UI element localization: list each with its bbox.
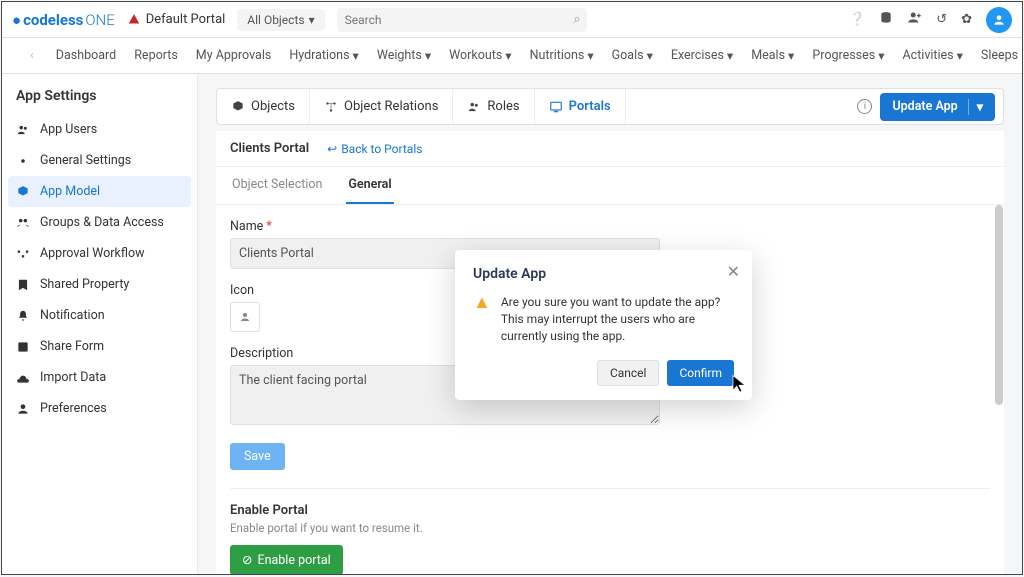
chevron-down-icon[interactable]: ▾ [968,99,983,115]
sidebar-item-general-settings[interactable]: General Settings [2,145,197,176]
portal-selector[interactable]: Default Portal [127,12,226,27]
global-search-input[interactable] [337,8,587,32]
search-icon: ⌕ [573,12,580,27]
subtab-general[interactable]: General [346,167,393,204]
subtab-object-selection[interactable]: Object Selection [230,167,324,204]
back-arrow-icon: ↩ [327,142,337,156]
nav-item[interactable]: Sleeps [981,48,1018,63]
portal-subtabs: Object Selection General [216,167,1004,205]
tab-portals[interactable]: Portals [535,89,626,124]
object-scope-dropdown[interactable]: All Objects▾ [237,9,324,31]
tab-object-relations[interactable]: Object Relations [310,89,453,124]
nav-scroll-left[interactable]: ‹ [26,48,38,63]
save-button[interactable]: Save [230,443,285,470]
sidebar-item-share-form[interactable]: Share Form [2,331,197,362]
update-app-button[interactable]: Update App▾ [880,93,995,121]
sidebar-item-app-model[interactable]: App Model [8,176,191,207]
history-icon[interactable]: ↺ [936,12,947,27]
modal-message: Are you sure you want to update the app?… [501,294,734,344]
nav-item[interactable]: Dashboard [56,48,116,63]
nav-item[interactable]: Workouts▾ [449,48,511,64]
modal-close-button[interactable]: ✕ [727,262,740,281]
modal-confirm-button[interactable]: Confirm [667,360,734,386]
app-logo: ●codelessONE [12,11,115,29]
nav-item[interactable]: Exercises▾ [671,48,733,64]
nav-item[interactable]: Weights▾ [377,48,431,64]
sidebar-item-app-users[interactable]: App Users [2,114,197,145]
icon-picker[interactable] [230,302,260,332]
nav-item[interactable]: Reports [134,48,178,63]
nav-item[interactable]: Progresses▾ [812,48,884,64]
user-avatar[interactable] [986,7,1012,33]
sidebar-item-approval-workflow[interactable]: Approval Workflow [2,238,197,269]
sidebar-item-notification[interactable]: Notification [2,300,197,331]
model-tabs: Objects Object Relations Roles Portals i… [216,88,1004,125]
topbar: ●codelessONE Default Portal All Objects▾… [2,2,1022,38]
database-icon[interactable] [879,11,893,29]
tab-roles[interactable]: Roles [453,89,534,124]
name-label: Name * [230,219,990,234]
settings-sidebar: App Settings App Users General Settings … [2,74,198,575]
info-icon[interactable]: i [857,99,872,114]
enable-portal-title: Enable Portal [230,503,990,518]
enable-portal-button[interactable]: ⊘Enable portal [230,545,343,575]
back-to-portals-link[interactable]: ↩Back to Portals [327,142,422,156]
warning-icon: ▲ [473,294,491,344]
sidebar-title: App Settings [2,88,197,114]
scrollbar[interactable] [995,205,1003,405]
sidebar-item-import-data[interactable]: Import Data [2,362,197,393]
sidebar-item-preferences[interactable]: Preferences [2,393,197,424]
update-app-modal: ✕ Update App ▲ Are you sure you want to … [455,250,752,400]
nav-item[interactable]: My Approvals [196,48,272,63]
nav-item[interactable]: Hydrations▾ [289,48,359,64]
sidebar-item-groups[interactable]: Groups & Data Access [2,207,197,238]
sidebar-item-shared-property[interactable]: Shared Property [2,269,197,300]
tab-objects[interactable]: Objects [217,89,310,124]
help-icon[interactable]: ❔ [849,12,865,27]
modal-title: Update App [473,266,734,282]
nav-item[interactable]: Activities▾ [903,48,963,64]
add-user-icon[interactable] [907,10,922,29]
enable-portal-subtitle: Enable portal if you want to resume it. [230,521,990,535]
portal-subheader: Clients Portal ↩Back to Portals [216,131,1004,167]
nav-item[interactable]: Meals▾ [751,48,794,64]
modal-cancel-button[interactable]: Cancel [597,360,660,386]
block-icon: ⊘ [242,552,252,568]
main-nav: ‹ Dashboard Reports My Approvals Hydrati… [2,38,1022,74]
nav-item[interactable]: Nutritions▾ [530,48,594,64]
nav-item[interactable]: Goals▾ [612,48,653,64]
portal-title: Clients Portal [230,141,309,156]
settings-gear-icon[interactable]: ✿ [961,12,972,27]
chevron-down-icon: ▾ [309,13,315,27]
